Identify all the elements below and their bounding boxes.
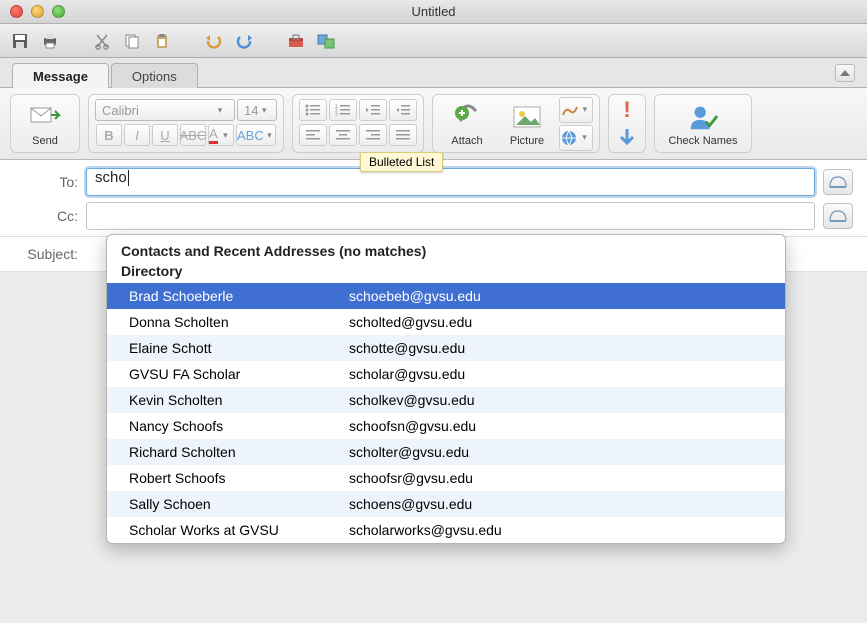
italic-button[interactable]: I <box>124 124 150 146</box>
autocomplete-item-name: GVSU FA Scholar <box>129 366 349 382</box>
paste-icon[interactable] <box>150 29 174 53</box>
cc-label: Cc: <box>14 208 78 224</box>
check-names-button[interactable]: Check Names <box>661 99 745 149</box>
collapse-ribbon-button[interactable] <box>835 64 855 82</box>
autocomplete-item[interactable]: Kevin Scholtenscholkev@gvsu.edu <box>107 387 785 413</box>
picture-button[interactable]: Picture <box>499 99 555 149</box>
quick-toolbar <box>0 24 867 58</box>
hyperlink-button[interactable]: ▾ <box>559 125 593 151</box>
media-browser-icon[interactable] <box>314 29 338 53</box>
high-priority-button[interactable]: ! <box>623 97 630 123</box>
minimize-window-button[interactable] <box>31 5 44 18</box>
autocomplete-item-email: schoens@gvsu.edu <box>349 496 472 512</box>
to-field[interactable]: scho <box>86 168 815 196</box>
send-group: Send <box>10 94 80 153</box>
paragraph-group: 123 <box>292 94 424 153</box>
person-check-icon <box>687 101 719 133</box>
zoom-window-button[interactable] <box>52 5 65 18</box>
autocomplete-item-name: Kevin Scholten <box>129 392 349 408</box>
names-group: Check Names <box>654 94 752 153</box>
numbered-list-button[interactable]: 123 <box>329 99 357 121</box>
autocomplete-item-name: Robert Schoofs <box>129 470 349 486</box>
autocomplete-item-email: scholar@gvsu.edu <box>349 366 465 382</box>
redo-icon[interactable] <box>232 29 256 53</box>
autocomplete-item-name: Nancy Schoofs <box>129 418 349 434</box>
chevron-down-icon: ▾ <box>212 105 228 116</box>
autocomplete-item-email: schoofsr@gvsu.edu <box>349 470 473 486</box>
align-right-button[interactable] <box>359 124 387 146</box>
low-priority-button[interactable] <box>617 127 637 150</box>
font-group: Calibri ▾ 14 ▾ B I U ABC A▾ ABC▾ <box>88 94 284 153</box>
to-label: To: <box>14 174 78 190</box>
autocomplete-item[interactable]: Richard Scholtenscholter@gvsu.edu <box>107 439 785 465</box>
bold-button[interactable]: B <box>96 124 122 146</box>
autocomplete-item-name: Brad Schoeberle <box>129 288 349 304</box>
autocomplete-item-email: scholter@gvsu.edu <box>349 444 469 460</box>
align-justify-button[interactable] <box>389 124 417 146</box>
autocomplete-item[interactable]: Nancy Schoofsschoofsn@gvsu.edu <box>107 413 785 439</box>
strikethrough-button[interactable]: ABC <box>180 124 206 146</box>
align-center-button[interactable] <box>329 124 357 146</box>
attach-button[interactable]: Attach <box>439 99 495 149</box>
titlebar: Untitled <box>0 0 867 24</box>
autocomplete-item-email: scholkev@gvsu.edu <box>349 392 475 408</box>
toolbox-icon[interactable] <box>284 29 308 53</box>
autocomplete-popover: Contacts and Recent Addresses (no matche… <box>106 234 786 544</box>
ribbon: Send Calibri ▾ 14 ▾ B I U ABC A▾ ABC▾ <box>0 88 867 160</box>
autocomplete-item[interactable]: Robert Schoofsschoofsr@gvsu.edu <box>107 465 785 491</box>
autocomplete-item-name: Donna Scholten <box>129 314 349 330</box>
align-left-button[interactable] <box>299 124 327 146</box>
send-button[interactable]: Send <box>17 99 73 149</box>
undo-icon[interactable] <box>202 29 226 53</box>
insert-group: Attach Picture ▾ ▾ <box>432 94 600 153</box>
cut-icon[interactable] <box>90 29 114 53</box>
autocomplete-list: Brad Schoeberleschoebeb@gvsu.eduDonna Sc… <box>107 283 785 543</box>
close-window-button[interactable] <box>10 5 23 18</box>
autocomplete-item-name: Scholar Works at GVSU <box>129 522 349 538</box>
picture-icon <box>511 101 543 133</box>
flags-group: ! <box>608 94 646 153</box>
autocomplete-item[interactable]: Brad Schoeberleschoebeb@gvsu.edu <box>107 283 785 309</box>
copy-icon[interactable] <box>120 29 144 53</box>
autocomplete-item[interactable]: Sally Schoenschoens@gvsu.edu <box>107 491 785 517</box>
autocomplete-item[interactable]: Scholar Works at GVSUscholarworks@gvsu.e… <box>107 517 785 543</box>
subject-label: Subject: <box>14 246 78 262</box>
signature-button[interactable]: ▾ <box>559 97 593 123</box>
save-icon[interactable] <box>8 29 32 53</box>
autocomplete-item-email: schotte@gvsu.edu <box>349 340 465 356</box>
autocomplete-item-email: schoofsn@gvsu.edu <box>349 418 476 434</box>
ribbon-tabs: Message Options <box>0 58 867 88</box>
window-title: Untitled <box>0 4 867 19</box>
autocomplete-item-email: scholted@gvsu.edu <box>349 314 472 330</box>
autocomplete-item[interactable]: GVSU FA Scholarscholar@gvsu.edu <box>107 361 785 387</box>
autocomplete-item-name: Richard Scholten <box>129 444 349 460</box>
tooltip: Bulleted List <box>360 152 443 172</box>
autocomplete-item[interactable]: Elaine Schottschotte@gvsu.edu <box>107 335 785 361</box>
underline-button[interactable]: U <box>152 124 178 146</box>
to-address-book-button[interactable] <box>823 169 853 195</box>
bulleted-list-button[interactable] <box>299 99 327 121</box>
autocomplete-item-name: Elaine Schott <box>129 340 349 356</box>
autocomplete-item-name: Sally Schoen <box>129 496 349 512</box>
highlight-button[interactable]: ABC▾ <box>236 124 276 146</box>
font-color-button[interactable]: A▾ <box>208 124 234 146</box>
font-name-select[interactable]: Calibri ▾ <box>95 99 235 121</box>
print-icon[interactable] <box>38 29 62 53</box>
font-size-select[interactable]: 14 ▾ <box>237 99 277 121</box>
paperclip-icon <box>451 101 483 133</box>
send-icon <box>29 101 61 133</box>
autocomplete-item[interactable]: Donna Scholtenscholted@gvsu.edu <box>107 309 785 335</box>
autocomplete-section: Directory <box>107 261 785 283</box>
svg-text:3: 3 <box>335 112 338 116</box>
autocomplete-item-email: scholarworks@gvsu.edu <box>349 522 502 538</box>
decrease-indent-button[interactable] <box>359 99 387 121</box>
increase-indent-button[interactable] <box>389 99 417 121</box>
autocomplete-header: Contacts and Recent Addresses (no matche… <box>107 235 785 261</box>
chevron-down-icon: ▾ <box>258 105 270 116</box>
tab-message[interactable]: Message <box>12 63 109 88</box>
cc-address-book-button[interactable] <box>823 203 853 229</box>
autocomplete-item-email: schoebeb@gvsu.edu <box>349 288 481 304</box>
tab-options[interactable]: Options <box>111 63 198 88</box>
cc-field[interactable] <box>86 202 815 230</box>
